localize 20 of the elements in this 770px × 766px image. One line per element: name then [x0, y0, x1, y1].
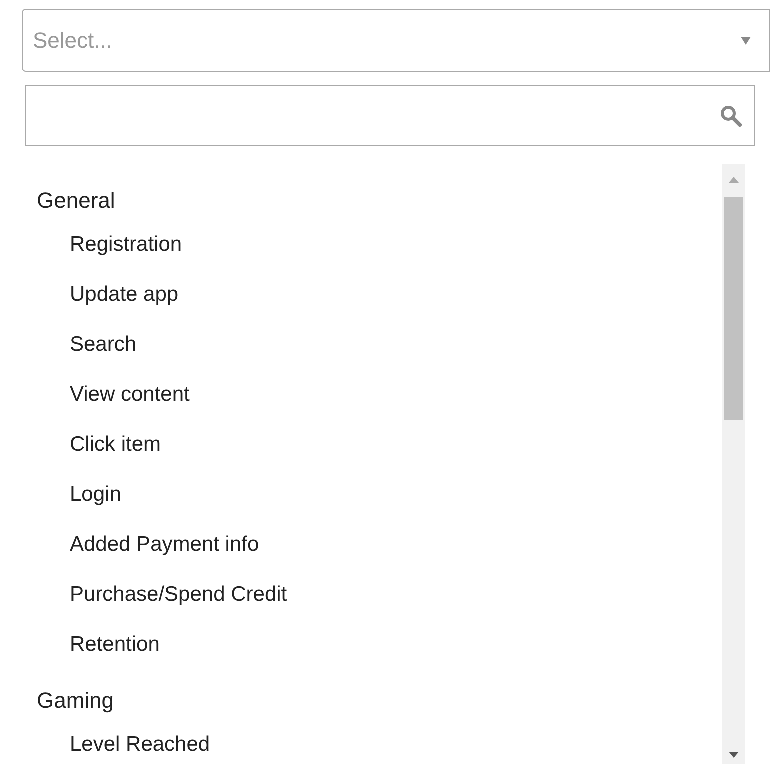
list-option[interactable]: Purchase/Spend Credit	[70, 579, 288, 611]
scroll-up-icon	[728, 177, 738, 183]
search-icon	[720, 104, 742, 126]
scrollbar-thumb[interactable]	[724, 197, 743, 420]
group-heading: General	[37, 186, 116, 214]
list-option[interactable]: Added Payment info	[70, 529, 260, 561]
list-option[interactable]: Retention	[70, 629, 160, 661]
search-field[interactable]	[25, 85, 755, 146]
list-option[interactable]: Click item	[70, 429, 162, 461]
list-option[interactable]: Search	[70, 329, 137, 361]
group-heading: Gaming	[37, 686, 116, 715]
select-placeholder: Select...	[33, 27, 112, 55]
scrollbar[interactable]	[722, 164, 745, 764]
scroll-down-icon	[728, 752, 738, 758]
list-option[interactable]: Update app	[70, 279, 179, 311]
list-option[interactable]: Level Reached	[70, 729, 210, 761]
list-option[interactable]: Registration	[70, 229, 182, 261]
list-option[interactable]: Login	[70, 479, 122, 511]
caret-icon	[741, 36, 751, 44]
list-option[interactable]: View content	[70, 379, 190, 411]
